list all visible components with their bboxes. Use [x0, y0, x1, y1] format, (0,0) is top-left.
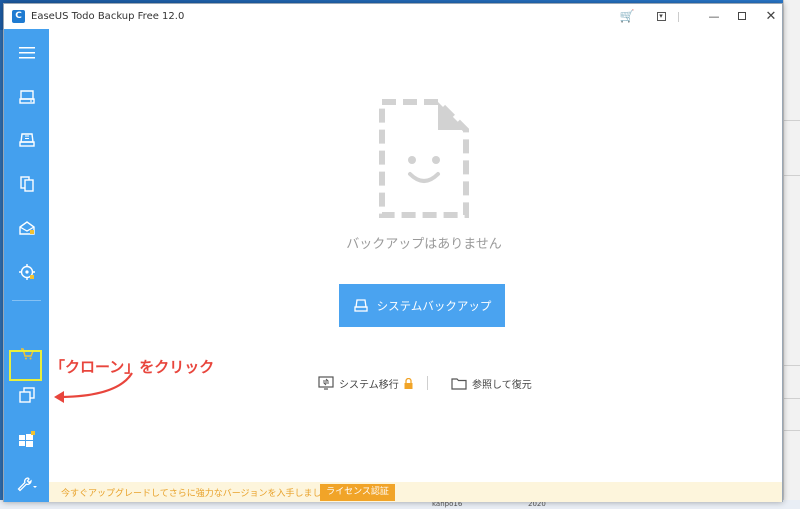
- disk-backup-icon: [18, 90, 35, 104]
- titlebar-divider: [678, 12, 679, 22]
- empty-document-illustration: [376, 96, 472, 225]
- sidebar-item-clone[interactable]: [4, 377, 49, 413]
- title-bar: C EaseUS Todo Backup Free 12.0 🛒 ▾ — ✕: [4, 4, 782, 29]
- clone-highlight-box: [9, 350, 42, 381]
- smart-backup-icon: [18, 264, 35, 280]
- sidebar-menu-button[interactable]: [4, 35, 49, 71]
- sidebar: [4, 29, 49, 502]
- windows-tools-icon: [18, 431, 35, 447]
- window-title: EaseUS Todo Backup Free 12.0: [31, 11, 185, 22]
- wrench-icon: [17, 477, 37, 492]
- annotation-arrow-icon: [54, 372, 133, 403]
- sidebar-item-system-backup[interactable]: [4, 122, 49, 158]
- background-window-edge: [783, 0, 800, 509]
- lock-icon: [404, 378, 413, 389]
- browse-restore-label: 参照して復元: [472, 380, 532, 391]
- empty-state-message: バックアップはありません: [346, 237, 502, 252]
- sidebar-item-tools[interactable]: [4, 421, 49, 457]
- sidebar-item-disk-backup[interactable]: [4, 79, 49, 115]
- menu-dropdown-button[interactable]: ▾: [641, 4, 681, 29]
- folder-icon: [451, 378, 467, 390]
- clone-icon: [18, 387, 35, 403]
- system-migration-label: システム移行: [339, 380, 399, 391]
- app-logo-icon: C: [12, 10, 25, 23]
- upgrade-promo-text: 今すぐアップグレードしてさらに強力なバージョンを入手しましょう。: [61, 489, 349, 499]
- mail-backup-icon: [18, 221, 35, 235]
- hamburger-menu-icon: [18, 47, 35, 59]
- system-backup-label: システムバックアップ: [376, 298, 492, 313]
- sidebar-item-file-backup[interactable]: [4, 166, 49, 202]
- sidebar-item-settings[interactable]: [4, 466, 49, 502]
- system-backup-button[interactable]: システムバックアップ: [339, 284, 505, 327]
- browse-restore-link[interactable]: 参照して復元: [451, 376, 532, 391]
- system-migration-link[interactable]: システム移行: [318, 376, 413, 391]
- app-window: C EaseUS Todo Backup Free 12.0 🛒 ▾ — ✕ バ…: [3, 3, 783, 502]
- file-backup-icon: [19, 176, 34, 192]
- sidebar-separator: [12, 300, 41, 301]
- sidebar-item-smart-backup[interactable]: [4, 254, 49, 290]
- link-divider: [427, 376, 428, 390]
- sidebar-item-mail-backup[interactable]: [4, 210, 49, 246]
- system-backup-icon: [354, 298, 368, 312]
- upgrade-promo-bar: 今すぐアップグレードしてさらに強力なバージョンを入手しましょう。 ライセンス認証: [49, 482, 782, 502]
- system-backup-icon: [18, 133, 35, 147]
- system-migration-icon: [318, 376, 334, 390]
- close-button[interactable]: ✕: [751, 4, 791, 29]
- license-activation-button[interactable]: ライセンス認証: [320, 484, 395, 501]
